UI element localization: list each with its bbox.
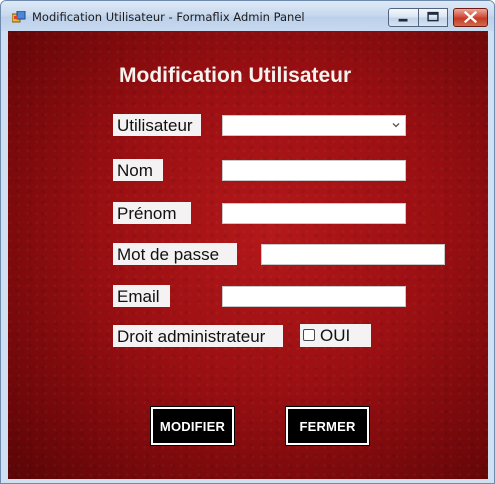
modifier-button[interactable]: MODIFIER — [150, 406, 235, 446]
maximize-icon — [427, 11, 439, 22]
prenom-field[interactable] — [222, 203, 406, 224]
nom-label: Nom — [113, 159, 163, 181]
maximize-button[interactable] — [419, 8, 448, 27]
form-panel: Modification Utilisateur Utilisateur Nom… — [8, 31, 488, 479]
mot-de-passe-label: Mot de passe — [113, 243, 237, 265]
admin-checkbox-container[interactable]: OUI — [300, 324, 371, 347]
fermer-button[interactable]: FERMER — [285, 406, 370, 446]
utilisateur-label: Utilisateur — [113, 114, 201, 136]
minimize-icon — [398, 18, 408, 22]
admin-checkbox-label[interactable]: OUI — [320, 325, 350, 346]
window-title: Modification Utilisateur - Formaflix Adm… — [32, 10, 305, 24]
admin-checkbox[interactable] — [303, 329, 315, 341]
mot-de-passe-field[interactable] — [261, 244, 445, 265]
app-icon — [12, 11, 26, 23]
minimize-button[interactable] — [388, 8, 419, 27]
droit-administrateur-label: Droit administrateur — [113, 325, 283, 347]
email-field[interactable] — [222, 286, 406, 307]
app-window: Modification Utilisateur - Formaflix Adm… — [0, 0, 495, 484]
prenom-label: Prénom — [113, 202, 191, 224]
chevron-down-icon — [392, 123, 400, 128]
utilisateur-combobox[interactable] — [222, 115, 406, 136]
form-heading: Modification Utilisateur — [119, 64, 352, 87]
email-label: Email — [113, 285, 170, 307]
title-bar[interactable]: Modification Utilisateur - Formaflix Adm… — [1, 1, 494, 31]
nom-field[interactable] — [222, 160, 406, 181]
close-button[interactable] — [453, 8, 488, 27]
close-icon — [463, 10, 478, 24]
